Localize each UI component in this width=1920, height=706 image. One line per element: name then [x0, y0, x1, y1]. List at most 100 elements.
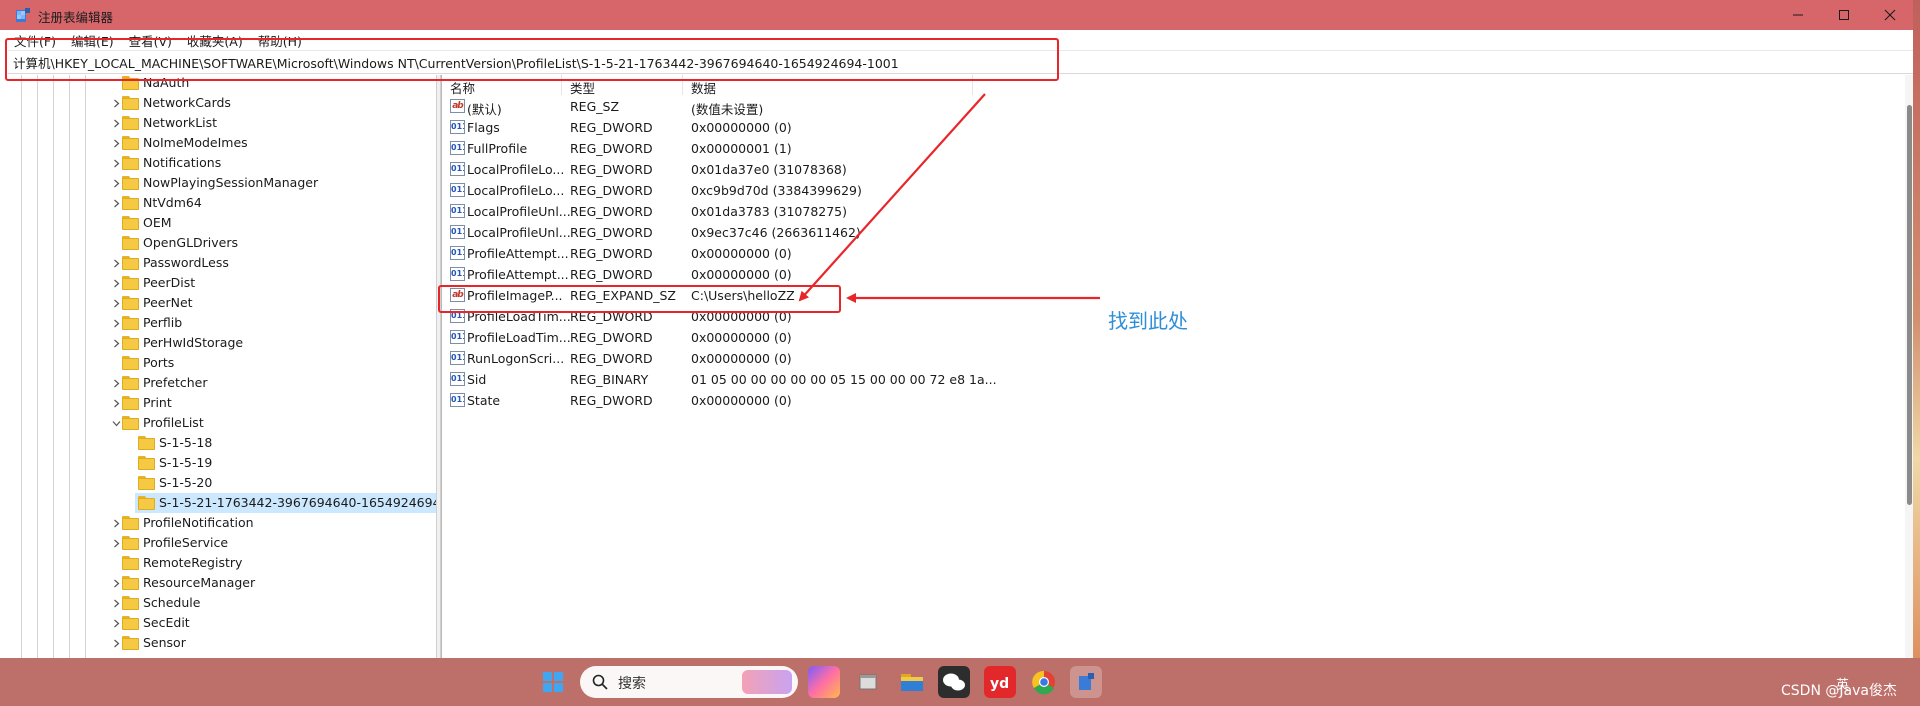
value-row[interactable]: 011LocalProfileUnl...REG_DWORD 0x01da3783… [442, 201, 1442, 222]
vertical-scrollbar[interactable] [1905, 75, 1913, 658]
title-bar[interactable]: 注册表编辑器 [0, 0, 1913, 30]
chevron-right-icon[interactable] [112, 139, 121, 148]
tree-key-row[interactable]: NowPlayingSessionManager [8, 173, 436, 193]
value-row[interactable]: 011LocalProfileLo... REG_DWORD 0x01da37e0 … [442, 159, 1442, 180]
tree-key-row[interactable]: PeerNet [8, 293, 436, 313]
tree-subkey-row[interactable]: S-1-5-20 [8, 473, 436, 493]
column-header-type[interactable]: 类型 [562, 75, 683, 96]
chevron-right-icon[interactable] [112, 519, 121, 528]
tree-key-row[interactable]: NetworkList [8, 113, 436, 133]
value-row[interactable]: 011LocalProfileLo... REG_DWORD 0xc9b9d70d … [442, 180, 1442, 201]
tree-key-row[interactable]: NaAuth [8, 75, 436, 93]
chevron-right-icon[interactable] [112, 199, 121, 208]
tree-key-row[interactable]: Sensor [8, 633, 436, 653]
tree-key-row[interactable]: Prefetcher [8, 373, 436, 393]
value-type: REG_DWORD [570, 162, 653, 177]
close-button[interactable] [1867, 0, 1913, 30]
value-row[interactable]: 011FullProfile REG_DWORD 0x00000001 (1) [442, 138, 1442, 159]
value-row[interactable]: 011RunLogonScri... REG_DWORD 0x00000000 (0… [442, 348, 1442, 369]
tree-key-row[interactable]: Schedule [8, 593, 436, 613]
tree-key-row[interactable]: RemoteRegistry [8, 553, 436, 573]
copilot-app-icon[interactable] [808, 666, 840, 698]
value-row[interactable]: 011LocalProfileUnl...REG_DWORD 0x9ec37c46… [442, 222, 1442, 243]
chevron-right-icon[interactable] [112, 319, 121, 328]
tree-subkey-row[interactable]: S-1-5-18 [8, 433, 436, 453]
app-window-icon[interactable] [852, 666, 884, 698]
tree-key-row[interactable]: ProfileService [8, 533, 436, 553]
values-pane[interactable]: 名称 类型 数据 ab(默认)REG_SZ(数值未设置)011FlagsREG_… [441, 75, 1913, 658]
chevron-right-icon[interactable] [112, 579, 121, 588]
folder-icon [122, 176, 139, 190]
menu-favorites[interactable]: 收藏夹(A) [187, 31, 243, 50]
value-type: REG_DWORD [570, 141, 653, 156]
tree-key-row[interactable]: Print [8, 393, 436, 413]
key-tree-pane[interactable]: NaAuth NetworkCards NetworkList NoImeModeIm… [8, 75, 436, 658]
chrome-icon[interactable] [1028, 666, 1060, 698]
tree-key-row[interactable]: OEM [8, 213, 436, 233]
wechat-icon[interactable] [938, 666, 970, 698]
menu-view[interactable]: 查看(V) [129, 31, 172, 50]
tree-subkey-row[interactable]: S-1-5-21-1763442-3967694640-1654924694- [8, 493, 436, 513]
minimize-button[interactable] [1775, 0, 1821, 30]
value-type: REG_BINARY [570, 372, 649, 387]
tree-key-row[interactable]: Notifications [8, 153, 436, 173]
value-row[interactable]: 011ProfileLoadTim...REG_DWORD 0x00000000 … [442, 327, 1442, 348]
value-row[interactable]: 011Sid REG_BINARY 01 05 00 00 00 00 00 05 … [442, 369, 1442, 390]
tree-key-row[interactable]: NoImeModeImes [8, 133, 436, 153]
tree-key-row[interactable]: NtVdm64 [8, 193, 436, 213]
value-row[interactable]: 011ProfileAttempt...REG_DWORD 0x00000000 … [442, 264, 1442, 285]
value-row[interactable]: ab ProfileImageP... REG_EXPAND_SZ C:\Users\… [442, 285, 1442, 306]
tree-key-row[interactable]: NetworkCards [8, 93, 436, 113]
tree-key-label: PeerDist [143, 275, 196, 290]
tree-key-row[interactable]: SecEdit [8, 613, 436, 633]
chevron-right-icon[interactable] [112, 99, 121, 108]
maximize-button[interactable] [1821, 0, 1867, 30]
chevron-right-icon[interactable] [112, 619, 121, 628]
regedit-taskbar-icon[interactable] [1070, 666, 1102, 698]
address-bar[interactable]: 计算机\HKEY_LOCAL_MACHINE\SOFTWARE\Microsof… [8, 50, 1913, 74]
chevron-right-icon[interactable] [112, 159, 121, 168]
chevron-right-icon[interactable] [112, 119, 121, 128]
file-explorer-icon[interactable] [896, 666, 928, 698]
chevron-right-icon[interactable] [112, 179, 121, 188]
tree-key-row[interactable]: ResourceManager [8, 573, 436, 593]
chevron-right-icon[interactable] [112, 259, 121, 268]
chevron-right-icon[interactable] [112, 379, 121, 388]
taskbar-search[interactable]: 搜索 [580, 666, 798, 698]
menu-help[interactable]: 帮助(H) [258, 31, 302, 50]
chevron-right-icon[interactable] [112, 539, 121, 548]
chevron-right-icon[interactable] [112, 279, 121, 288]
chevron-right-icon[interactable] [112, 599, 121, 608]
chevron-right-icon[interactable] [112, 639, 121, 648]
tree-key-row[interactable]: ProfileList [8, 413, 436, 433]
chevron-right-icon[interactable] [112, 339, 121, 348]
tree-key-row[interactable]: Ports [8, 353, 436, 373]
tree-key-label: ProfileList [143, 415, 204, 430]
folder-icon [122, 356, 139, 370]
value-name: FullProfile [467, 141, 528, 156]
menu-edit[interactable]: 编辑(E) [71, 31, 114, 50]
start-button[interactable] [537, 666, 569, 698]
value-data: 0x00000000 (0) [691, 246, 792, 261]
address-path[interactable]: 计算机\HKEY_LOCAL_MACHINE\SOFTWARE\Microsof… [13, 53, 899, 72]
value-row[interactable]: 011ProfileLoadTim...REG_DWORD 0x00000000 … [442, 306, 1442, 327]
value-row[interactable]: 011Flags REG_DWORD 0x00000000 (0) [442, 117, 1442, 138]
tree-key-row[interactable]: PasswordLess [8, 253, 436, 273]
tree-key-row[interactable]: ProfileNotification [8, 513, 436, 533]
chevron-down-icon[interactable] [112, 419, 121, 428]
column-header-data[interactable]: 数据 [683, 75, 973, 96]
youdao-icon[interactable]: yd [984, 666, 1016, 698]
tree-key-row[interactable]: Perflib [8, 313, 436, 333]
tree-key-row[interactable]: PerHwIdStorage [8, 333, 436, 353]
value-row[interactable]: ab (默认) REG_SZ (数值未设置) [442, 96, 1442, 117]
tree-subkey-row[interactable]: S-1-5-19 [8, 453, 436, 473]
chevron-right-icon[interactable] [112, 399, 121, 408]
scrollbar-thumb[interactable] [1907, 105, 1912, 505]
value-row[interactable]: 011ProfileAttempt...REG_DWORD 0x00000000 … [442, 243, 1442, 264]
menu-file[interactable]: 文件(F) [14, 31, 56, 50]
tree-key-row[interactable]: PeerDist [8, 273, 436, 293]
tree-key-row[interactable]: OpenGLDrivers [8, 233, 436, 253]
chevron-right-icon[interactable] [112, 299, 121, 308]
column-header-name[interactable]: 名称 [442, 75, 562, 96]
value-row[interactable]: 011State REG_DWORD 0x00000000 (0) [442, 390, 1442, 411]
